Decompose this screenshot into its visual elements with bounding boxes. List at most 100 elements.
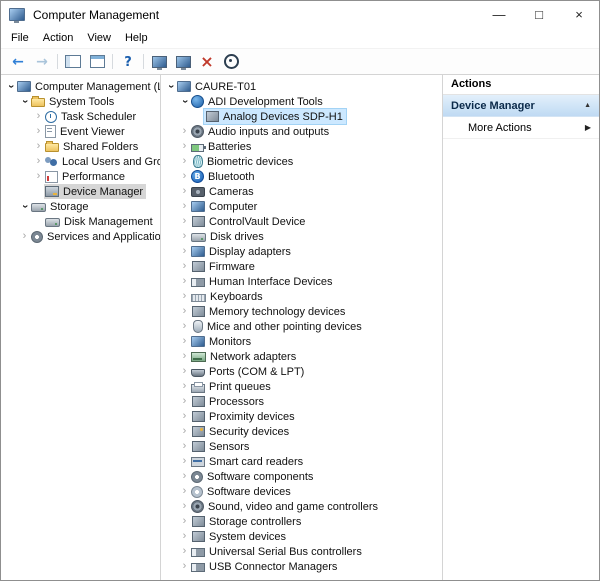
collapse-chevron-icon[interactable]: › [165, 81, 176, 92]
tree-item-software-devices[interactable]: ›Software devices [161, 484, 442, 499]
tree-item-services-and-applications[interactable]: ›Services and Applications [1, 229, 160, 244]
minimize-button[interactable]: — [479, 1, 519, 28]
expand-chevron-icon[interactable]: › [179, 126, 190, 137]
expand-chevron-icon[interactable]: › [179, 516, 190, 527]
tree-item-sensors[interactable]: ›Sensors [161, 439, 442, 454]
help-button[interactable] [116, 51, 140, 73]
tree-item-mice-and-other-pointing-devices[interactable]: ›Mice and other pointing devices [161, 319, 442, 334]
tree-item-batteries[interactable]: ›Batteries [161, 139, 442, 154]
expand-chevron-icon[interactable]: › [179, 486, 190, 497]
tree-item-controlvault-device[interactable]: ›ControlVault Device [161, 214, 442, 229]
expand-chevron-icon[interactable]: › [33, 171, 44, 182]
expand-chevron-icon[interactable]: › [33, 126, 44, 137]
tree-item-body[interactable]: Display adapters [190, 244, 294, 259]
tree-item-event-viewer[interactable]: ›Event Viewer [1, 124, 160, 139]
tree-item-body[interactable]: Analog Devices SDP-H1 [204, 109, 346, 124]
tree-item-memory-technology-devices[interactable]: ›Memory technology devices [161, 304, 442, 319]
expand-chevron-icon[interactable]: › [33, 156, 44, 167]
tree-item-body[interactable]: Universal Serial Bus controllers [190, 544, 365, 559]
tree-item-usb-connector-managers[interactable]: ›USB Connector Managers [161, 559, 442, 574]
title-bar[interactable]: Computer Management — □ × [1, 1, 599, 28]
tree-item-body[interactable]: Computer [190, 199, 260, 214]
expand-chevron-icon[interactable]: › [179, 186, 190, 197]
tree-item-network-adapters[interactable]: ›Network adapters [161, 349, 442, 364]
tree-item-monitors[interactable]: ›Monitors [161, 334, 442, 349]
tree-item-body[interactable]: ControlVault Device [190, 214, 308, 229]
expand-chevron-icon[interactable]: › [33, 111, 44, 122]
tree-item-body[interactable]: Software devices [190, 484, 294, 499]
tree-item-body[interactable]: Sensors [190, 439, 252, 454]
expand-chevron-icon[interactable]: › [179, 441, 190, 452]
expand-chevron-icon[interactable]: › [179, 261, 190, 272]
tree-item-body[interactable]: Smart card readers [190, 454, 306, 469]
menu-help[interactable]: Help [118, 30, 155, 46]
expand-chevron-icon[interactable]: › [19, 231, 30, 242]
collapse-chevron-icon[interactable]: › [19, 96, 30, 107]
uninstall-device-button[interactable] [195, 51, 219, 73]
tree-item-body[interactable]: Device Manager [44, 184, 146, 199]
tree-item-performance[interactable]: ›Performance [1, 169, 160, 184]
tree-item-storage[interactable]: ›Storage [1, 199, 160, 214]
more-actions-item[interactable]: More Actions ▶ [443, 117, 599, 139]
collapse-arrow-icon[interactable]: ▲ [584, 102, 591, 109]
tree-item-body[interactable]: Sound, video and game controllers [190, 499, 381, 514]
tree-item-body[interactable]: Services and Applications [30, 229, 161, 244]
tree-item-body[interactable]: Disk Management [44, 214, 156, 229]
tree-item-body[interactable]: System devices [190, 529, 289, 544]
tree-item-task-scheduler[interactable]: ›Task Scheduler [1, 109, 160, 124]
menu-file[interactable]: File [4, 30, 36, 46]
tree-item-body[interactable]: Monitors [190, 334, 254, 349]
expand-chevron-icon[interactable]: › [179, 471, 190, 482]
tree-item-disk-management[interactable]: Disk Management [1, 214, 160, 229]
expand-chevron-icon[interactable]: › [179, 396, 190, 407]
expand-chevron-icon[interactable]: › [179, 216, 190, 227]
tree-item-body[interactable]: Mice and other pointing devices [190, 319, 365, 334]
expand-chevron-icon[interactable]: › [179, 426, 190, 437]
tree-item-biometric-devices[interactable]: ›Biometric devices [161, 154, 442, 169]
tree-item-body[interactable]: Bluetooth [190, 169, 257, 184]
tree-item-security-devices[interactable]: ›Security devices [161, 424, 442, 439]
tree-item-audio-inputs-and-outputs[interactable]: ›Audio inputs and outputs [161, 124, 442, 139]
maximize-button[interactable]: □ [519, 1, 559, 28]
show-console-tree-button[interactable] [61, 51, 85, 73]
tree-item-ports-com-lpt[interactable]: ›Ports (COM & LPT) [161, 364, 442, 379]
expand-chevron-icon[interactable]: › [179, 291, 190, 302]
forward-button[interactable] [30, 51, 54, 73]
collapse-chevron-icon[interactable]: › [5, 81, 16, 92]
tree-item-computer-management-local[interactable]: ›Computer Management (Local) [1, 79, 160, 94]
tree-item-body[interactable]: Security devices [190, 424, 292, 439]
expand-chevron-icon[interactable]: › [179, 336, 190, 347]
expand-chevron-icon[interactable]: › [33, 141, 44, 152]
expand-chevron-icon[interactable]: › [179, 381, 190, 392]
tree-item-body[interactable]: Firmware [190, 259, 258, 274]
tree-item-body[interactable]: System Tools [30, 94, 117, 109]
tree-item-cameras[interactable]: ›Cameras [161, 184, 442, 199]
expand-chevron-icon[interactable]: › [179, 411, 190, 422]
tree-item-body[interactable]: Storage [30, 199, 92, 214]
tree-item-adi-development-tools[interactable]: ›ADI Development Tools [161, 94, 442, 109]
expand-chevron-icon[interactable]: › [179, 171, 190, 182]
back-button[interactable] [6, 51, 30, 73]
actions-group-device-manager[interactable]: Device Manager ▲ [443, 95, 599, 117]
tree-item-body[interactable]: Network adapters [190, 349, 299, 364]
tree-item-device-manager[interactable]: Device Manager [1, 184, 160, 199]
expand-chevron-icon[interactable]: › [179, 201, 190, 212]
expand-chevron-icon[interactable]: › [179, 366, 190, 377]
tree-item-system-devices[interactable]: ›System devices [161, 529, 442, 544]
tree-item-body[interactable]: Memory technology devices [190, 304, 348, 319]
collapse-chevron-icon[interactable]: › [179, 96, 190, 107]
tree-item-body[interactable]: Computer Management (Local) [16, 79, 161, 94]
tree-item-body[interactable]: Audio inputs and outputs [190, 124, 332, 139]
tree-item-body[interactable]: Cameras [190, 184, 257, 199]
tree-item-display-adapters[interactable]: ›Display adapters [161, 244, 442, 259]
tree-item-print-queues[interactable]: ›Print queues [161, 379, 442, 394]
expand-chevron-icon[interactable]: › [179, 306, 190, 317]
tree-item-body[interactable]: Event Viewer [44, 124, 128, 139]
menu-action[interactable]: Action [36, 30, 81, 46]
tree-item-body[interactable]: Processors [190, 394, 267, 409]
tree-item-caure-t01[interactable]: ›CAURE-T01 [161, 79, 442, 94]
tree-item-bluetooth[interactable]: ›Bluetooth [161, 169, 442, 184]
tree-item-body[interactable]: Shared Folders [44, 139, 141, 154]
tree-item-universal-serial-bus-controllers[interactable]: ›Universal Serial Bus controllers [161, 544, 442, 559]
expand-chevron-icon[interactable]: › [179, 276, 190, 287]
